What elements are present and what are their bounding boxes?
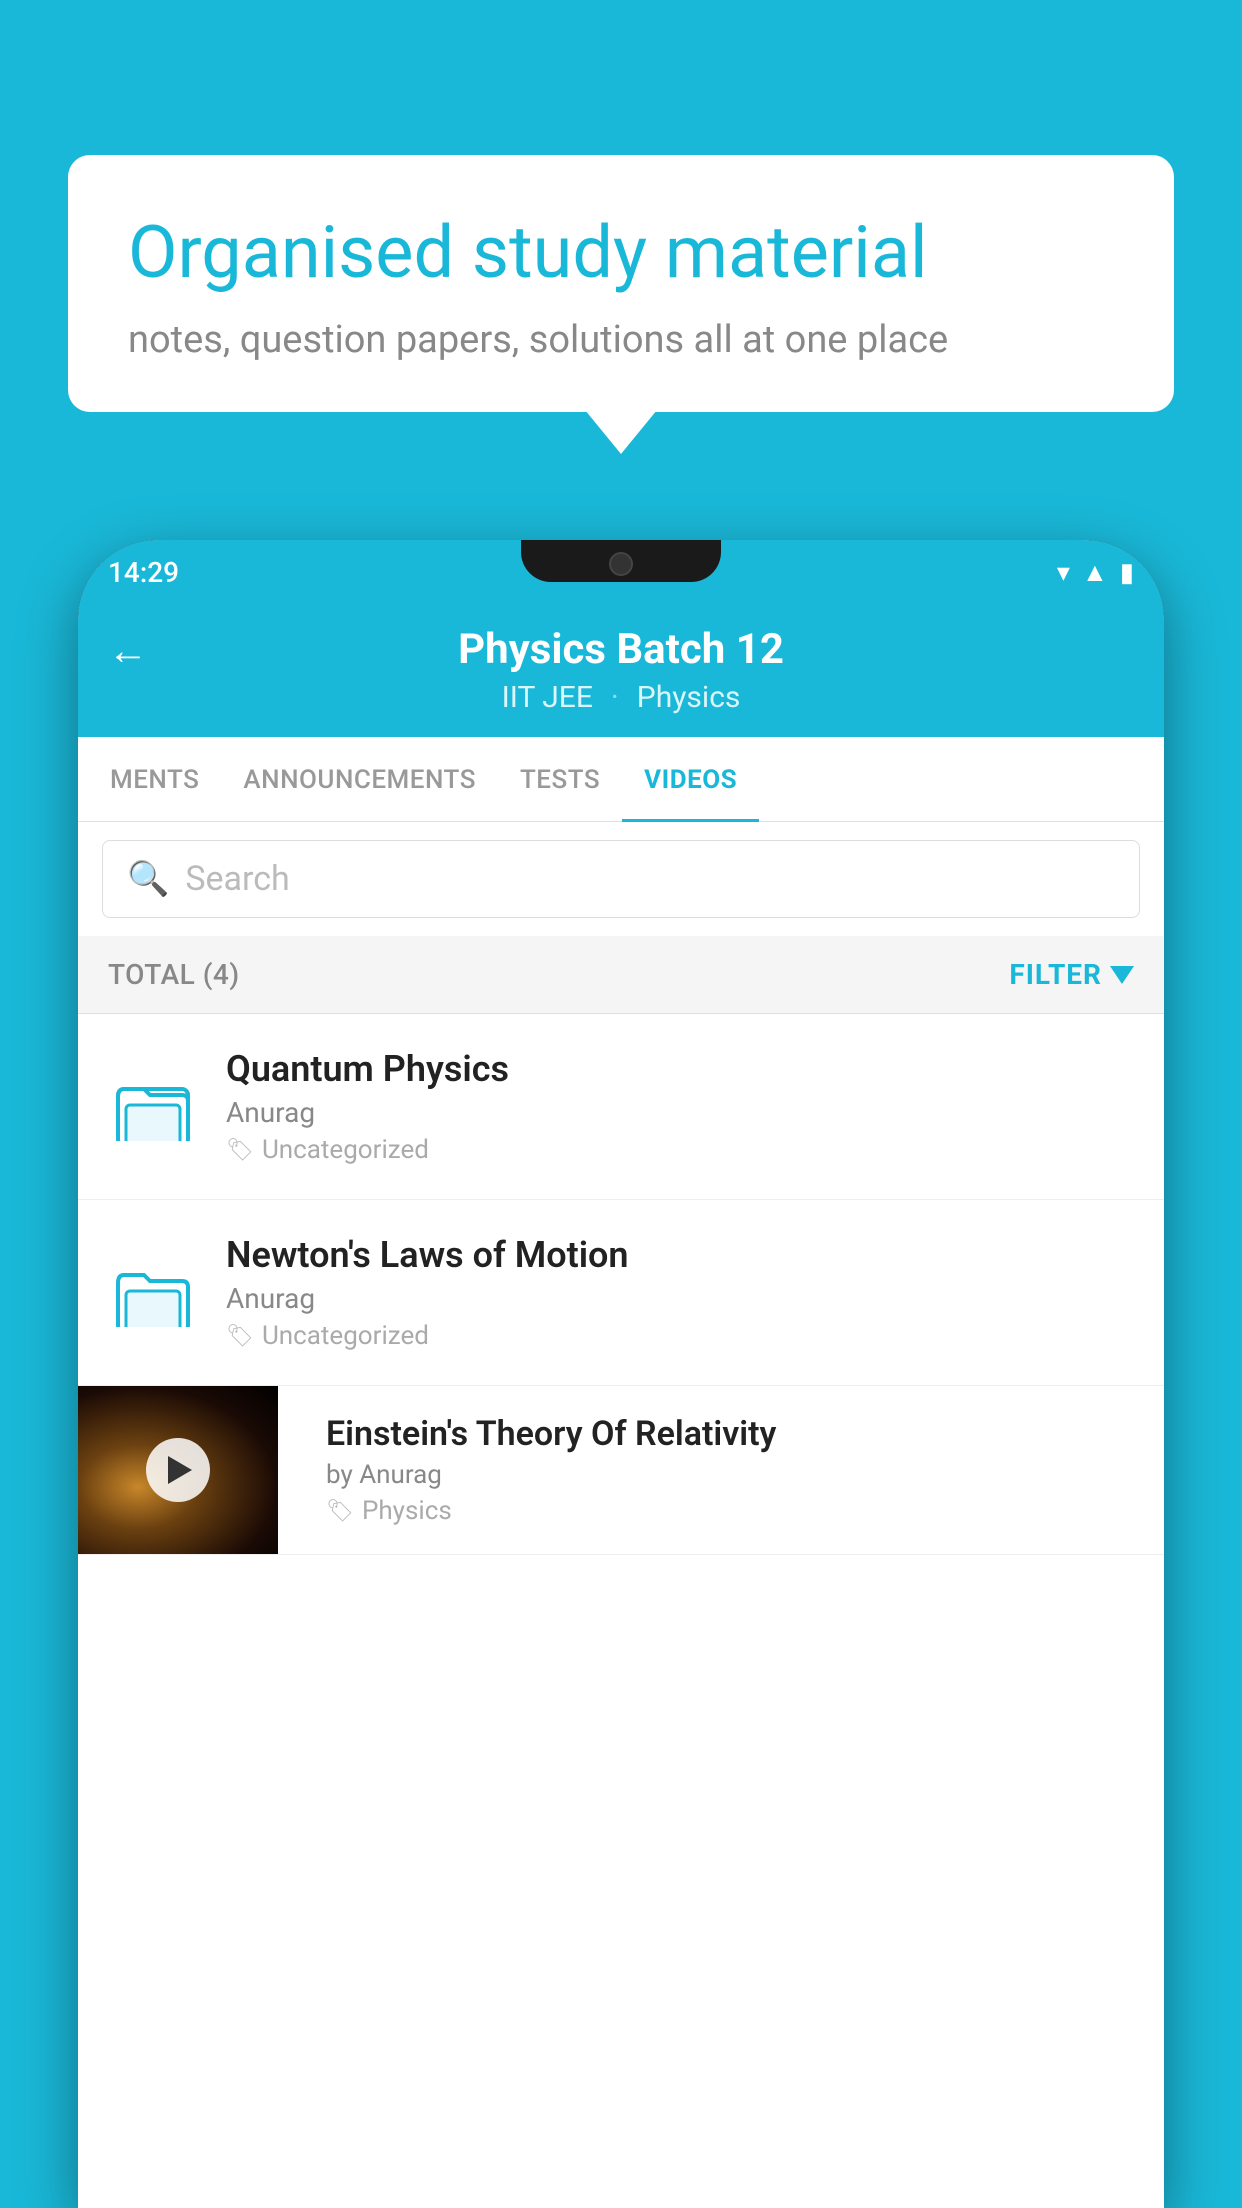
item-tag: 🏷 Uncategorized (226, 1135, 1134, 1165)
tab-announcements[interactable]: ANNOUNCEMENTS (221, 737, 498, 822)
search-icon: 🔍 (127, 859, 169, 899)
search-container: 🔍 Search (78, 822, 1164, 936)
header-title: Physics Batch 12 (458, 625, 784, 674)
speech-bubble-section: Organised study material notes, question… (68, 155, 1174, 412)
item-author: Anurag (226, 1282, 1134, 1315)
battery-icon: ▮ (1120, 558, 1134, 588)
tab-videos[interactable]: VIDEOS (622, 737, 759, 822)
item-info: Newton's Laws of Motion Anurag 🏷 Uncateg… (226, 1234, 1134, 1351)
bubble-title: Organised study material (128, 210, 1114, 296)
status-time: 14:29 (108, 556, 179, 589)
list-item[interactable]: Newton's Laws of Motion Anurag 🏷 Uncateg… (78, 1200, 1164, 1386)
tab-tests[interactable]: TESTS (498, 737, 622, 822)
speech-bubble: Organised study material notes, question… (68, 155, 1174, 412)
video-list: Quantum Physics Anurag 🏷 Uncategorized (78, 1014, 1164, 2208)
filter-icon (1110, 966, 1134, 984)
total-count: TOTAL (4) (108, 958, 240, 991)
play-icon (168, 1456, 192, 1484)
tag-icon: 🏷 (326, 1499, 354, 1524)
item-tag-label: Physics (362, 1496, 452, 1526)
list-item[interactable]: Einstein's Theory Of Relativity by Anura… (78, 1386, 1164, 1555)
play-button[interactable] (146, 1438, 210, 1502)
item-info: Quantum Physics Anurag 🏷 Uncategorized (226, 1048, 1134, 1165)
filter-label: FILTER (1009, 958, 1102, 991)
item-tag: 🏷 Physics (326, 1496, 1144, 1526)
filter-button[interactable]: FILTER (1009, 958, 1134, 991)
tag-icon: 🏷 (226, 1138, 254, 1163)
camera-icon (609, 552, 633, 576)
screen-content: 14:29 ▾ ▲ ▮ ← Physics Batch 12 IIT JEE ·… (78, 540, 1164, 2208)
filter-bar: TOTAL (4) FILTER (78, 936, 1164, 1014)
item-author: Anurag (226, 1096, 1134, 1129)
item-tag-label: Uncategorized (262, 1135, 429, 1165)
list-item[interactable]: Quantum Physics Anurag 🏷 Uncategorized (78, 1014, 1164, 1200)
signal-icon: ▲ (1082, 557, 1108, 588)
item-info: Einstein's Theory Of Relativity by Anura… (306, 1386, 1164, 1554)
background: Organised study material notes, question… (0, 0, 1242, 2208)
item-tag: 🏷 Uncategorized (226, 1321, 1134, 1351)
header-tag-iitjee: IIT JEE (502, 680, 593, 715)
wifi-icon: ▾ (1057, 558, 1070, 588)
folder-icon (108, 1062, 198, 1152)
item-title: Quantum Physics (226, 1048, 1134, 1090)
search-bar[interactable]: 🔍 Search (102, 840, 1140, 918)
tag-icon: 🏷 (226, 1324, 254, 1349)
search-input[interactable]: Search (185, 859, 289, 899)
header-tag-separator: · (611, 680, 619, 715)
tabs-bar: MENTS ANNOUNCEMENTS TESTS VIDEOS (78, 737, 1164, 822)
bubble-subtitle: notes, question papers, solutions all at… (128, 318, 1114, 362)
phone-notch (521, 540, 721, 582)
video-thumbnail (78, 1386, 278, 1554)
header-tags: IIT JEE · Physics (502, 680, 741, 715)
app-header: ← Physics Batch 12 IIT JEE · Physics (78, 605, 1164, 737)
folder-icon (108, 1248, 198, 1338)
tab-ments[interactable]: MENTS (88, 737, 221, 822)
phone-frame: 14:29 ▾ ▲ ▮ ← Physics Batch 12 IIT JEE ·… (78, 540, 1164, 2208)
folder-svg-icon (116, 1259, 190, 1327)
item-tag-label: Uncategorized (262, 1321, 429, 1351)
item-title: Newton's Laws of Motion (226, 1234, 1134, 1276)
header-tag-physics: Physics (637, 680, 741, 715)
folder-svg-icon (116, 1073, 190, 1141)
phone-screen: 14:29 ▾ ▲ ▮ ← Physics Batch 12 IIT JEE ·… (78, 540, 1164, 2208)
back-button[interactable]: ← (108, 627, 148, 674)
item-title: Einstein's Theory Of Relativity (326, 1414, 1144, 1454)
item-author: by Anurag (326, 1460, 1144, 1490)
status-icons: ▾ ▲ ▮ (1057, 557, 1134, 588)
